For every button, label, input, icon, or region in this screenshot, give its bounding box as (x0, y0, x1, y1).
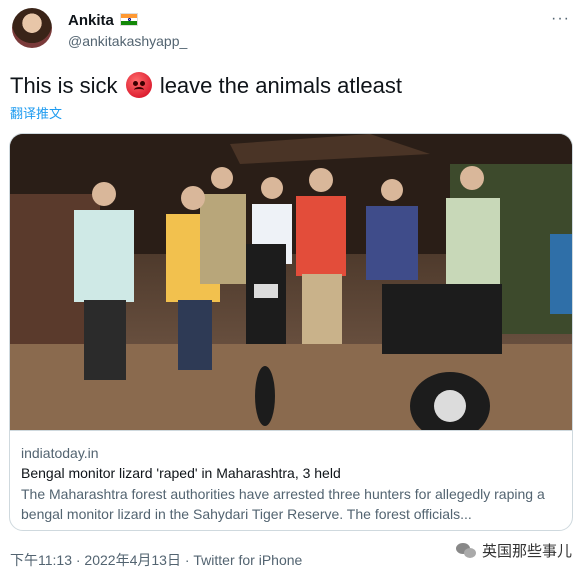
author-display-name[interactable]: Ankita (68, 12, 114, 29)
news-photo[interactable] (10, 134, 572, 430)
tweet-text: This is sick leave the animals atleast (10, 72, 402, 99)
card-title: Bengal monitor lizard 'raped' in Maharas… (21, 465, 341, 481)
avatar[interactable] (12, 8, 52, 48)
watermark: 英国那些事儿 (455, 540, 572, 561)
wechat-icon (455, 542, 478, 559)
india-flag-icon (120, 13, 138, 26)
tweet-timestamp[interactable]: 下午11:13 · 2022年4月13日 · Twitter for iPhon… (10, 550, 302, 570)
watermark-label: 英国那些事儿 (481, 543, 572, 560)
card-domain: indiatoday.in (21, 445, 99, 461)
author-handle[interactable]: @ankitakashyapp_ (68, 33, 187, 49)
news-photo-illustration (10, 134, 572, 430)
tweet-text-after: leave the animals atleast (159, 73, 402, 98)
more-options-icon[interactable]: ··· (551, 10, 570, 28)
translate-tweet-link[interactable]: 翻译推文 (10, 103, 62, 122)
link-preview-card[interactable]: indiatoday.in Bengal monitor lizard 'rap… (9, 133, 573, 531)
angry-face-icon (125, 72, 152, 98)
card-description: The Maharashtra forest authorities have … (21, 486, 545, 522)
tweet-text-before: This is sick (10, 73, 118, 98)
card-meta: indiatoday.in Bengal monitor lizard 'rap… (10, 430, 572, 530)
